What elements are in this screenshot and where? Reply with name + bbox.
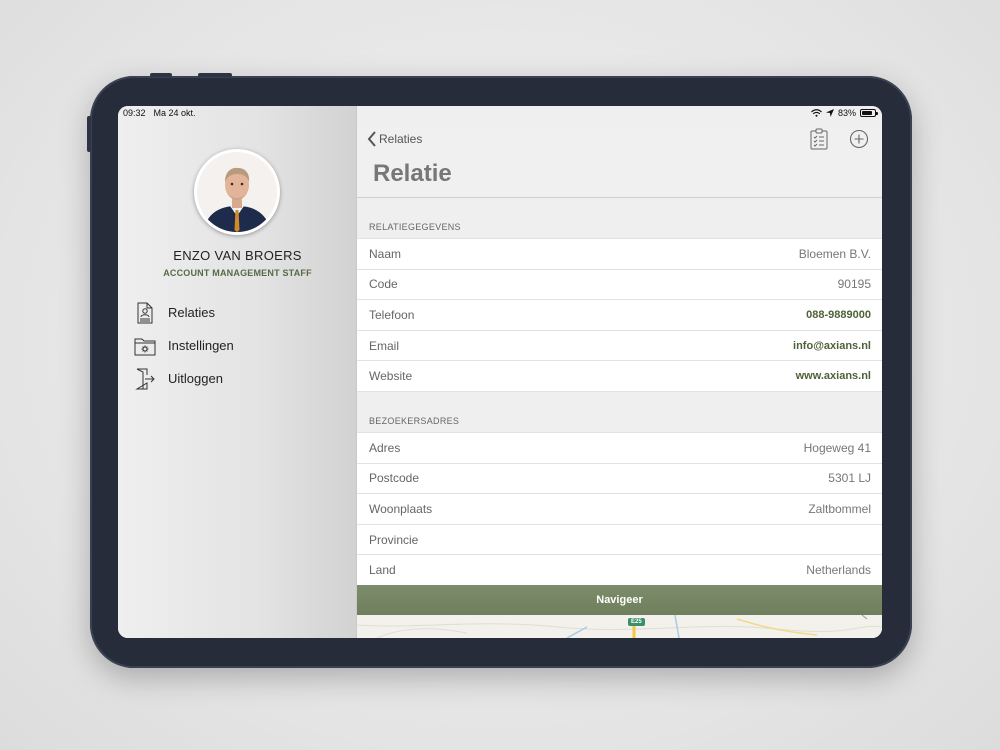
- status-date: Ma 24 okt.: [153, 108, 196, 118]
- page-title: Relatie: [373, 160, 452, 187]
- user-portrait-icon: [197, 152, 277, 232]
- chevron-left-icon: [367, 131, 376, 147]
- website-link[interactable]: www.axians.nl: [796, 370, 871, 382]
- row-label: Land: [369, 563, 396, 578]
- row-value: 5301 LJ: [828, 471, 871, 486]
- row-label: Woonplaats: [369, 501, 433, 516]
- row-label: Code: [369, 277, 398, 292]
- row-label: Adres: [369, 440, 401, 455]
- table-row: Provincie: [357, 524, 882, 556]
- battery-icon: [860, 109, 878, 117]
- sidebar-item-label: Relaties: [168, 305, 215, 320]
- avatar: [194, 149, 280, 235]
- section-header-bezoekersadres: BEZOEKERSADRES: [369, 415, 460, 426]
- user-name: ENZO VAN BROERS: [173, 248, 302, 263]
- sidebar-item-label: Instellingen: [168, 338, 234, 353]
- location-arrow-icon: [825, 109, 834, 117]
- table-row: Telefoon 088-9889000: [357, 300, 882, 331]
- row-value: Zaltbommel: [808, 501, 871, 516]
- hardware-button: [198, 73, 232, 77]
- row-label: Telefoon: [369, 307, 415, 322]
- settings-folder-icon: [132, 333, 158, 359]
- row-label: Provincie: [369, 532, 419, 547]
- table-row: Code 90195: [357, 269, 882, 301]
- plus-circle-icon: [849, 129, 869, 149]
- email-link[interactable]: info@axians.nl: [793, 340, 871, 352]
- hardware-button: [87, 116, 91, 152]
- map-view[interactable]: E25: [357, 615, 882, 638]
- sidebar-item-uitloggen[interactable]: Uitloggen: [132, 362, 234, 395]
- table-row: Land Netherlands: [357, 555, 882, 586]
- screen: 09:32 Ma 24 okt. ENZO VAN BROERS ACCOUNT…: [118, 106, 882, 638]
- table-row: Woonplaats Zaltbommel: [357, 494, 882, 525]
- detail-content: RELATIEGEGEVENS Naam Bloemen B.V. Code 9…: [357, 198, 882, 586]
- table-row: Email info@axians.nl: [357, 330, 882, 362]
- detail-pane: 83% Relaties Relatie RELATIEGEGEVENS Naa…: [357, 106, 882, 638]
- wifi-icon: [811, 109, 822, 117]
- relaties-icon: [132, 300, 158, 326]
- relatiegegevens-list: Naam Bloemen B.V. Code 90195 Telefoon 08…: [357, 238, 882, 392]
- row-value: Hogeweg 41: [803, 440, 871, 455]
- clipboard-icon: [810, 128, 828, 150]
- sidebar: 09:32 Ma 24 okt. ENZO VAN BROERS ACCOUNT…: [118, 106, 357, 638]
- sidebar-item-label: Uitloggen: [168, 371, 223, 386]
- row-value: Netherlands: [806, 563, 871, 578]
- back-button-label: Relaties: [379, 132, 423, 146]
- table-row: Naam Bloemen B.V.: [357, 239, 882, 270]
- road-label: E25: [628, 618, 645, 626]
- table-row: Postcode 5301 LJ: [357, 463, 882, 495]
- row-value: 90195: [837, 277, 871, 292]
- navigate-button[interactable]: Navigeer: [357, 585, 882, 615]
- row-label: Website: [369, 369, 413, 384]
- navigation-bar: Relaties Relatie: [357, 128, 882, 198]
- row-label: Email: [369, 338, 400, 353]
- battery-percentage: 83%: [837, 108, 856, 118]
- user-role: ACCOUNT MANAGEMENT STAFF: [163, 268, 312, 278]
- status-bar-left: 09:32 Ma 24 okt.: [123, 108, 204, 118]
- row-value: Bloemen B.V.: [798, 246, 871, 261]
- row-label: Naam: [369, 246, 402, 261]
- nav-actions: [808, 128, 870, 150]
- tablet-frame: 09:32 Ma 24 okt. ENZO VAN BROERS ACCOUNT…: [87, 73, 912, 668]
- sidebar-item-instellingen[interactable]: Instellingen: [132, 329, 234, 362]
- clipboard-checklist-button[interactable]: [808, 128, 830, 150]
- sidebar-menu: Relaties Instellingen Uitloggen: [132, 296, 234, 395]
- bezoekersadres-list: Adres Hogeweg 41 Postcode 5301 LJ Woonpl…: [357, 431, 882, 586]
- sidebar-item-relaties[interactable]: Relaties: [132, 296, 234, 329]
- row-label: Postcode: [369, 471, 420, 486]
- map-roads: [357, 615, 882, 638]
- status-time: 09:32: [123, 108, 146, 118]
- status-bar-right: 83%: [811, 108, 878, 118]
- hardware-button: [150, 73, 172, 77]
- table-row: Adres Hogeweg 41: [357, 432, 882, 464]
- table-row: Website www.axians.nl: [357, 361, 882, 392]
- section-header-relatiegegevens: RELATIEGEGEVENS: [369, 222, 461, 232]
- logout-icon: [132, 366, 158, 392]
- add-button[interactable]: [848, 128, 870, 150]
- phone-link[interactable]: 088-9889000: [806, 309, 871, 321]
- back-button[interactable]: Relaties: [367, 131, 422, 147]
